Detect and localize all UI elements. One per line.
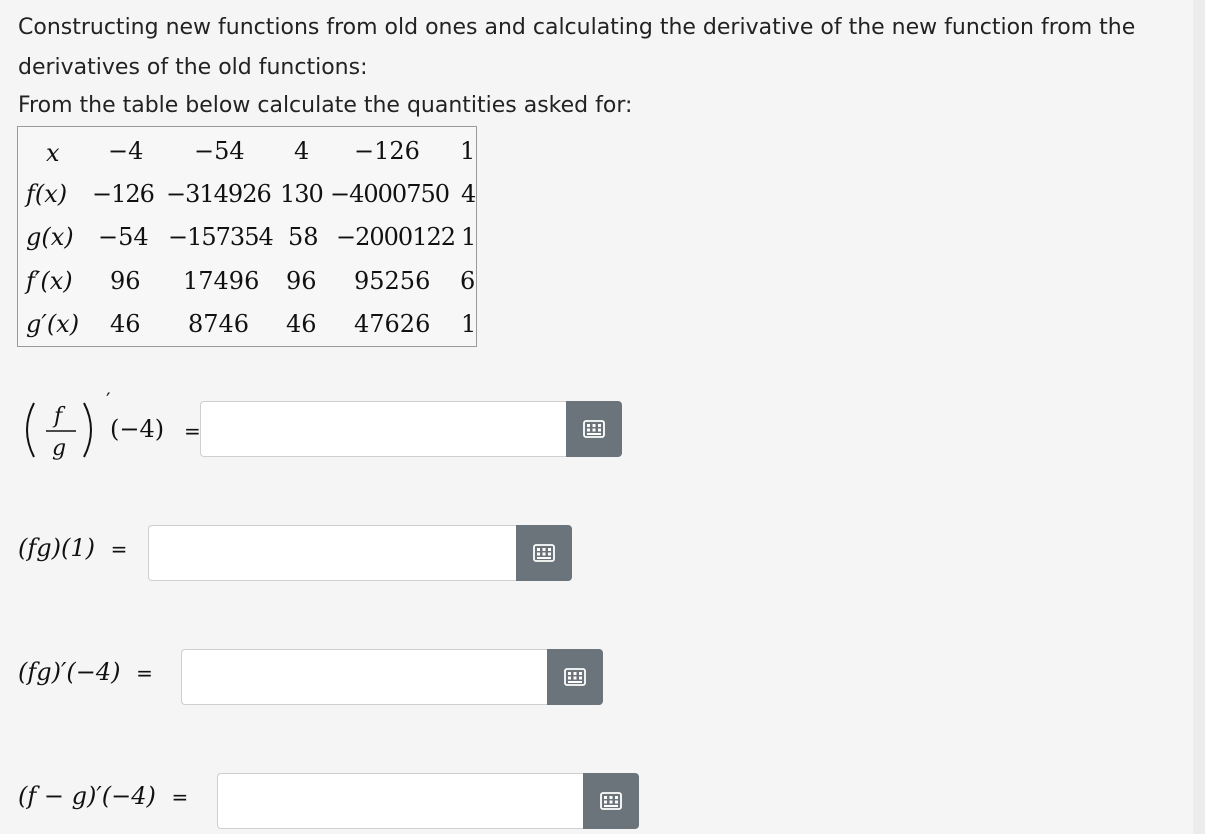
table-header-cell: −4 xyxy=(108,137,144,165)
table-row-label-g: g(x) xyxy=(26,223,74,251)
svg-text:f: f xyxy=(52,404,66,429)
expression-text: (f − g)′(−4) xyxy=(18,782,156,810)
math-keyboard-button[interactable] xyxy=(516,525,572,581)
svg-text:′: ′ xyxy=(106,388,111,412)
table-cell: −314926 xyxy=(166,180,272,208)
answer-input-quotient-derivative[interactable] xyxy=(200,401,566,457)
table-cell: −4000750 xyxy=(330,180,450,208)
product-derivative-expression: (fg)′(−4) = xyxy=(18,658,153,686)
table-cell: 1 xyxy=(461,223,477,251)
intro-line-1: Constructing new functions from old ones… xyxy=(18,15,1136,40)
table-cell: 130 xyxy=(280,180,324,208)
table-row-label-gprime: g′(x) xyxy=(26,310,80,338)
table-header-cell: −126 xyxy=(354,137,420,165)
table-cell: 58 xyxy=(288,223,319,251)
table-cell: 1 xyxy=(461,310,477,338)
svg-text:g: g xyxy=(52,436,66,461)
math-keyboard-button[interactable] xyxy=(583,773,639,829)
table-cell: −54 xyxy=(98,223,149,251)
table-row-label-f: f(x) xyxy=(26,180,68,208)
table-cell: −2000122 xyxy=(336,223,456,251)
table-header-cell: 4 xyxy=(294,137,310,165)
expression-text: (fg)(1) xyxy=(18,534,95,562)
table-cell: 96 xyxy=(110,267,141,295)
intro-line-2: derivatives of the old functions: xyxy=(18,55,368,80)
answer-input-difference-derivative[interactable] xyxy=(217,773,583,829)
table-cell: 96 xyxy=(286,267,317,295)
table-row-label-fprime: f′(x) xyxy=(26,267,73,295)
fraction-f-over-g-graphic: f g ′ xyxy=(26,388,111,461)
table-cell: 47626 xyxy=(354,310,431,338)
equals-sign: = xyxy=(136,661,153,685)
expression-text: (fg)′(−4) xyxy=(18,658,121,686)
answer-input-product-value[interactable] xyxy=(148,525,516,581)
table-cell: −157354 xyxy=(168,223,274,251)
values-table: x −4 −54 4 −126 1 f(x) −126 −314926 130 … xyxy=(17,126,477,347)
answer-input-product-derivative[interactable] xyxy=(181,649,547,705)
page-scroll-edge xyxy=(1193,0,1205,834)
difference-derivative-expression: (f − g)′(−4) = xyxy=(18,782,188,810)
keyboard-icon xyxy=(533,544,555,562)
table-cell: 46 xyxy=(110,310,141,338)
evaluation-point: (−4) xyxy=(110,415,165,443)
math-keyboard-button[interactable] xyxy=(547,649,603,705)
equals-sign: = xyxy=(171,785,189,809)
table-header-cell: 1 xyxy=(460,137,476,165)
product-value-expression: (fg)(1) = xyxy=(18,534,127,562)
math-keyboard-button[interactable] xyxy=(566,401,622,457)
table-cell: 6 xyxy=(460,267,476,295)
table-cell: 4 xyxy=(461,180,477,208)
table-cell: 17496 xyxy=(183,267,260,295)
keyboard-icon xyxy=(600,792,622,810)
table-header-x: x xyxy=(46,139,60,167)
keyboard-icon xyxy=(583,420,605,438)
table-cell: 8746 xyxy=(188,310,250,338)
intro-instruction: From the table below calculate the quant… xyxy=(18,93,633,118)
equals-sign: = xyxy=(184,419,201,443)
table-cell: −126 xyxy=(92,180,155,208)
table-header-cell: −54 xyxy=(194,137,245,165)
keyboard-icon xyxy=(564,668,586,686)
equals-sign: = xyxy=(110,537,128,561)
quotient-derivative-expression: f g ′ (−4) = xyxy=(18,385,201,475)
table-cell: 95256 xyxy=(354,267,431,295)
table-cell: 46 xyxy=(286,310,317,338)
